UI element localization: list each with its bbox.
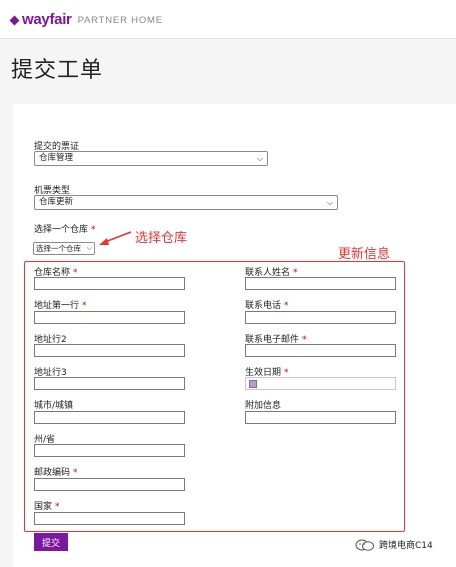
additional-info-input[interactable]	[245, 411, 396, 424]
logo-subtitle: PARTNER HOME	[77, 15, 163, 26]
contact-name-input[interactable]	[245, 277, 396, 290]
wayfair-logo[interactable]: wayfair PARTNER HOME	[9, 11, 163, 28]
field-label: 联系电话 *	[245, 301, 289, 311]
chevron-down-icon: ⌵	[256, 154, 263, 163]
contact-email-input[interactable]	[245, 344, 396, 357]
wechat-icon	[355, 539, 374, 551]
address-line2-input[interactable]	[34, 344, 185, 357]
ticket-kind-select[interactable]: 仓库更新 ⌵	[34, 195, 338, 210]
watermark-text: 跨境电商C14	[379, 541, 433, 551]
red-arrow-icon	[99, 231, 132, 245]
annotation-select-warehouse: 选择仓库	[135, 231, 188, 246]
warehouse-name-input[interactable]	[34, 277, 185, 290]
postal-code-input[interactable]	[34, 478, 185, 491]
effective-date-input[interactable]	[245, 377, 396, 390]
address-line3-input[interactable]	[34, 377, 185, 390]
ticket-type-select[interactable]: 仓库管理 ⌵	[34, 151, 268, 166]
wayfair-logo-icon	[9, 15, 20, 26]
city-input[interactable]	[34, 411, 185, 424]
calendar-icon[interactable]	[249, 380, 257, 388]
field-label: 邮政编码 *	[34, 468, 78, 478]
warehouse-value: 选择一个仓库	[36, 244, 81, 253]
logo-text: wayfair	[22, 11, 72, 28]
contact-phone-input[interactable]	[245, 311, 396, 324]
page-title: 提交工单	[11, 58, 104, 83]
annotation-update-info: 更新信息	[338, 247, 391, 262]
chevron-down-icon: ⌵	[326, 198, 333, 207]
address-line1-input[interactable]	[34, 311, 185, 324]
country-input[interactable]	[34, 512, 185, 525]
ticket-type-value: 仓库管理	[39, 153, 74, 163]
chevron-down-icon: ⌵	[86, 244, 92, 252]
submit-button[interactable]: 提交	[34, 533, 68, 551]
state-input[interactable]	[34, 444, 185, 457]
field-label: 国家 *	[34, 502, 60, 512]
warehouse-select[interactable]: 选择一个仓库 ⌵	[33, 242, 95, 255]
field-label: 附加信息	[245, 401, 282, 411]
warehouse-label: 选择一个仓库 *	[34, 225, 96, 235]
watermark: 跨境电商C14	[355, 538, 433, 551]
field-label: 地址第一行 *	[34, 301, 87, 311]
ticket-kind-value: 仓库更新	[39, 197, 74, 207]
field-label: 城市/城镇	[34, 401, 74, 411]
top-bar: wayfair PARTNER HOME	[0, 0, 456, 39]
